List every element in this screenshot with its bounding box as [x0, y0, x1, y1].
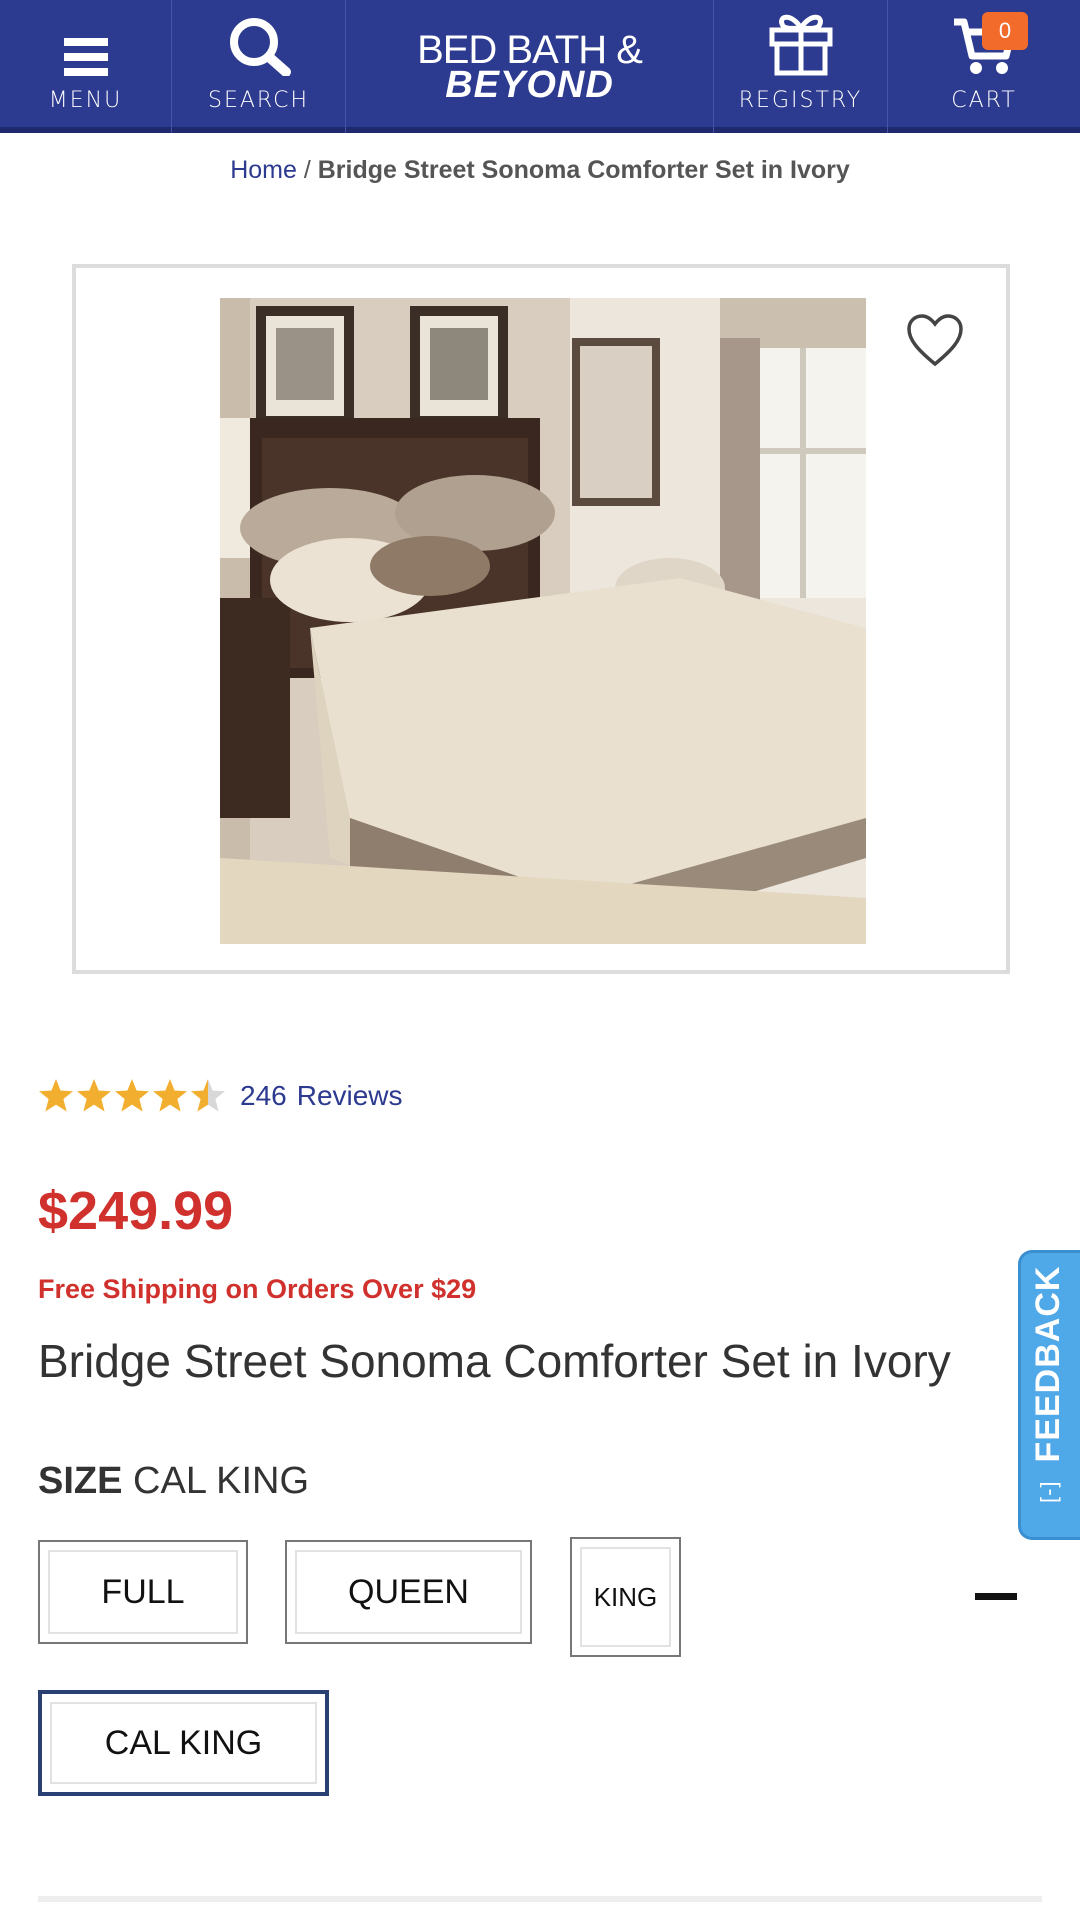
- menu-button[interactable]: MENU: [0, 0, 172, 133]
- logo-line1: BED BATH &: [417, 27, 643, 72]
- logo-link[interactable]: BED BATH & BEYOND: [346, 0, 714, 133]
- bedroom-photo-illustration: [220, 298, 866, 944]
- breadcrumb-home-link[interactable]: Home: [230, 156, 297, 184]
- size-option-label: QUEEN: [348, 1572, 469, 1611]
- product-image-frame: [72, 264, 1010, 974]
- reviews-link[interactable]: 246 Reviews: [240, 1080, 403, 1112]
- star-rating: [38, 1078, 226, 1114]
- size-option-label: KING: [593, 1581, 658, 1612]
- cart-button[interactable]: CART 0: [888, 0, 1080, 133]
- feedback-tab-content: [-] FEEDBACK: [1029, 1253, 1068, 1503]
- registry-button[interactable]: REGISTRY: [714, 0, 888, 133]
- size-option-label: CAL KING: [104, 1723, 263, 1762]
- size-option-full[interactable]: FULL: [38, 1540, 248, 1644]
- star-icon: [153, 1079, 187, 1112]
- breadcrumb: Home / Bridge Street Sonoma Comforter Se…: [0, 156, 1080, 185]
- search-icon: [229, 18, 291, 76]
- shipping-promo: Free Shipping on Orders Over $29: [38, 1274, 477, 1304]
- feedback-label: FEEDBACK: [1029, 1265, 1067, 1463]
- section-divider: [38, 1896, 1042, 1902]
- review-count: 246: [240, 1080, 287, 1111]
- size-selected-value: CAL KING: [133, 1460, 310, 1502]
- size-option-queen[interactable]: QUEEN: [285, 1540, 532, 1644]
- heart-icon[interactable]: [906, 314, 964, 368]
- product-title: Bridge Street Sonoma Comforter Set in Iv…: [38, 1335, 951, 1387]
- size-label: SIZE: [38, 1460, 123, 1502]
- cart-label: CART: [951, 88, 1017, 113]
- cart-count-badge: 0: [982, 12, 1028, 50]
- rating-row: 246 Reviews: [38, 1078, 403, 1114]
- breadcrumb-current: Bridge Street Sonoma Comforter Set in Iv…: [317, 156, 850, 184]
- size-option-label: FULL: [101, 1572, 185, 1611]
- size-selector-label: SIZE CAL KING: [38, 1460, 309, 1503]
- reviews-label: Reviews: [296, 1080, 403, 1111]
- top-nav-bar: MENU SEARCH BED BATH & BEYOND REGISTRY C…: [0, 0, 1080, 133]
- menu-label: MENU: [48, 88, 123, 113]
- feedback-tab[interactable]: [-] FEEDBACK: [1018, 1250, 1080, 1540]
- star-icon: [39, 1079, 73, 1112]
- breadcrumb-separator: /: [296, 156, 318, 184]
- logo-line2: BEYOND: [445, 63, 614, 106]
- size-option-king[interactable]: KING: [570, 1537, 681, 1657]
- product-price: $249.99: [38, 1181, 234, 1241]
- star-icon: [191, 1079, 225, 1112]
- star-icon: [77, 1079, 111, 1112]
- star-icon: [115, 1079, 149, 1112]
- feedback-icon: [-]: [1035, 1480, 1061, 1503]
- gift-icon: [769, 14, 832, 76]
- hamburger-icon: [63, 38, 108, 76]
- size-option-cal-king[interactable]: CAL KING: [38, 1690, 329, 1796]
- search-button[interactable]: SEARCH: [172, 0, 346, 133]
- search-label: SEARCH: [207, 88, 309, 113]
- registry-label: REGISTRY: [738, 88, 863, 113]
- collapse-dash-icon[interactable]: [975, 1593, 1017, 1600]
- product-image[interactable]: [220, 298, 866, 944]
